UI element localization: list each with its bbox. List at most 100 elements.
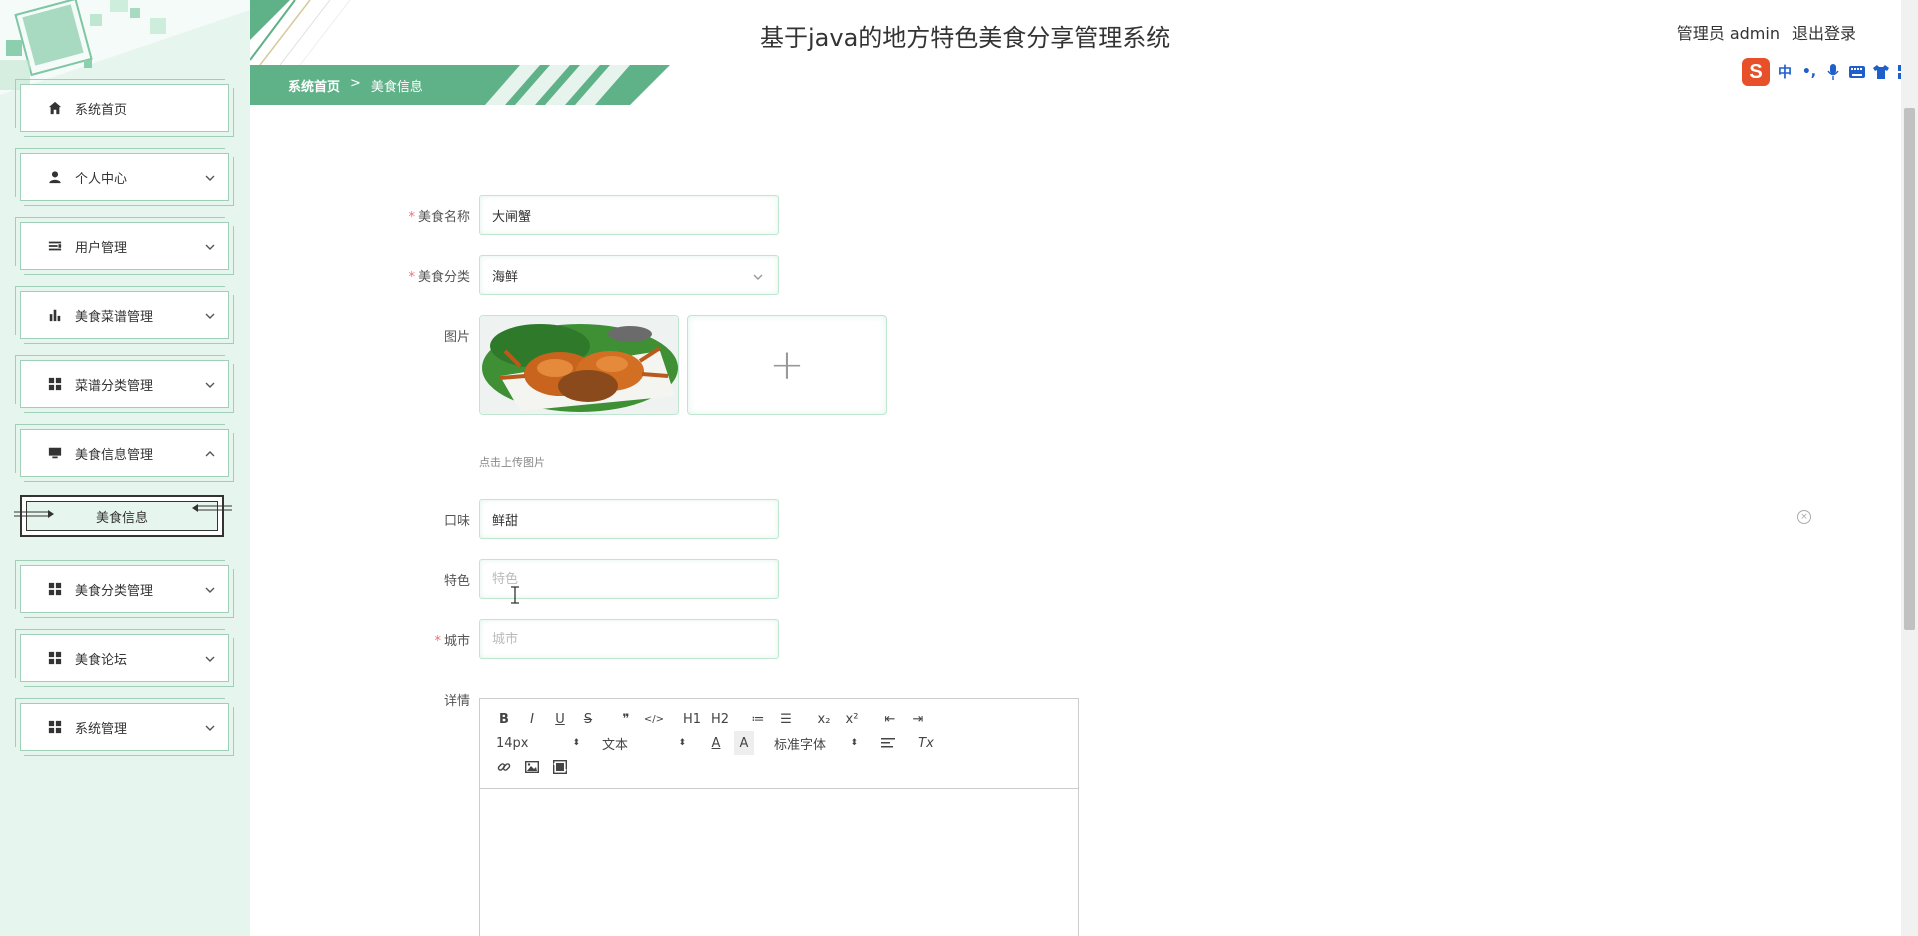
feature-input[interactable] [479, 559, 779, 599]
sidebar-item-recipe-management[interactable]: 美食菜谱管理 [15, 286, 234, 344]
background-color-button[interactable]: A [734, 731, 754, 755]
video-icon[interactable] [546, 755, 574, 779]
sidebar-item-food-category-management[interactable]: 美食分类管理 [15, 560, 234, 618]
food-name-label-text: 美食名称 [417, 210, 470, 225]
clear-icon[interactable]: × [1797, 510, 1811, 524]
required-mark: * [408, 270, 415, 285]
scrollbar-thumb[interactable] [1904, 108, 1915, 630]
block-type-value: 文本 [602, 737, 629, 753]
bold-button[interactable]: B [490, 707, 518, 731]
taste-input[interactable] [479, 499, 779, 539]
food-category-label: * 美食分类 [350, 266, 470, 285]
city-label: * 城市 [350, 630, 470, 649]
sidebar-item-food-info-management[interactable]: 美食信息管理 [15, 424, 234, 482]
ime-skin-icon[interactable] [1872, 63, 1890, 81]
text-cursor-icon [511, 586, 519, 604]
clear-format-button[interactable]: Tx [912, 731, 940, 755]
sidebar-item-personal-center[interactable]: 个人中心 [15, 148, 234, 206]
sidebar-item-label: 用户管理 [75, 240, 128, 256]
user-area: 管理员 admin 退出登录 [1677, 20, 1856, 44]
sidebar-item-label: 美食菜谱管理 [75, 309, 154, 325]
sidebar-item-label: 菜谱分类管理 [75, 378, 154, 394]
current-user-label: 管理员 admin [1676, 24, 1780, 43]
required-mark: * [434, 634, 441, 649]
blockquote-button[interactable]: ❞ [612, 707, 640, 731]
plus-icon: + [769, 340, 805, 389]
font-size-value: 14px [496, 735, 529, 751]
city-label-text: 城市 [443, 634, 470, 649]
sidebar-item-label: 美食论坛 [75, 652, 128, 668]
editor-toolbar-row-3 [490, 755, 1068, 779]
sidebar-item-label: 系统管理 [75, 721, 128, 737]
align-button[interactable] [874, 731, 902, 755]
code-block-button[interactable]: </> [640, 707, 668, 731]
sidebar-subitem-inner: 美食信息 [26, 501, 218, 531]
image-label: 图片 [443, 330, 470, 345]
ime-mic-icon[interactable] [1824, 63, 1842, 81]
sidebar-item-user-management[interactable]: 用户管理 [15, 217, 234, 275]
chevron-down-icon [204, 307, 216, 319]
sidebar-item-home[interactable]: 系统首页 [15, 79, 234, 137]
sidebar-item-recipe-category-management[interactable]: 菜谱分类管理 [15, 355, 234, 413]
block-type-select[interactable]: 文本 ⬍ [596, 731, 692, 755]
ordered-list-button[interactable]: ≔ [744, 707, 772, 731]
page-scrollbar[interactable] [1901, 0, 1918, 936]
sidebar-item-system-management[interactable]: 系统管理 [15, 698, 234, 756]
strike-button[interactable]: S [574, 707, 602, 731]
breadcrumb-home-link[interactable]: 系统首页 [288, 76, 340, 95]
editor-content-area[interactable] [480, 789, 1078, 936]
bullet-list-button[interactable]: ☰ [772, 707, 800, 731]
chevron-down-icon [204, 719, 216, 731]
underline-button[interactable]: U [546, 707, 574, 731]
food-category-label-text: 美食分类 [417, 270, 470, 285]
sidebar-item-label: 美食分类管理 [75, 583, 154, 599]
grid-icon [47, 581, 63, 597]
ime-chinese-mode-icon[interactable]: 中 [1776, 63, 1794, 81]
ime-punctuation-icon[interactable]: •, [1800, 63, 1818, 81]
required-mark: * [408, 210, 415, 225]
chevron-down-icon [204, 238, 216, 250]
chevron-up-icon [204, 445, 216, 457]
outdent-button[interactable]: ⇤ [876, 707, 904, 731]
editor-toolbar-row-1: B I U S ❞ </> H1 H2 ≔ ☰ x₂ x² ⇤ ⇥ [490, 707, 1068, 731]
city-input[interactable] [479, 619, 779, 659]
chevron-down-icon [204, 581, 216, 593]
font-family-value: 标准字体 [774, 737, 827, 753]
link-icon[interactable] [490, 755, 518, 779]
detail-label: 详情 [443, 694, 470, 709]
sidebar-item-food-forum[interactable]: 美食论坛 [15, 629, 234, 687]
header-2-button[interactable]: H2 [706, 707, 734, 731]
food-name-input[interactable] [479, 195, 779, 235]
ime-logo-icon[interactable]: S [1742, 58, 1770, 86]
breadcrumb-current: 美食信息 [370, 80, 423, 95]
arrow-left-icon [192, 504, 232, 512]
sidebar-subitem-food-info[interactable]: 美食信息 [14, 495, 232, 537]
italic-button[interactable]: I [518, 707, 546, 731]
font-family-select[interactable]: 标准字体 ⬍ [768, 731, 864, 755]
grid-icon [47, 376, 63, 392]
ime-toolbar: S 中 •, [1742, 58, 1914, 86]
upload-add-button[interactable]: + [687, 315, 887, 415]
bar-chart-icon [47, 307, 63, 323]
header-1-button[interactable]: H1 [678, 707, 706, 731]
select-arrow-icon: ⬍ [572, 738, 580, 748]
logout-button[interactable]: 退出登录 [1792, 20, 1856, 44]
subscript-button[interactable]: x₂ [810, 707, 838, 731]
grid-icon [47, 650, 63, 666]
image-icon[interactable] [518, 755, 546, 779]
header-decoration [250, 0, 351, 65]
food-category-select[interactable] [479, 255, 779, 295]
editor-toolbar-row-2: 14px ⬍ 文本 ⬍ A A 标准字体 ⬍ Tx [490, 731, 1068, 755]
page-title: 基于java的地方特色美食分享管理系统 [760, 24, 1171, 52]
text-color-button[interactable]: A [702, 731, 730, 755]
superscript-button[interactable]: x² [838, 707, 866, 731]
sidebar: 系统首页 个人中心 用户管理 美食菜谱管理 菜谱分类管理 美食信息管理 美食信息… [0, 0, 250, 936]
uploaded-food-image[interactable] [479, 315, 679, 415]
crab-photo [480, 316, 678, 414]
home-icon [47, 100, 63, 116]
sidebar-subitem-label: 美食信息 [95, 510, 148, 526]
indent-button[interactable]: ⇥ [904, 707, 932, 731]
font-size-select[interactable]: 14px ⬍ [490, 731, 586, 755]
feature-label: 特色 [443, 574, 470, 589]
ime-keyboard-icon[interactable] [1848, 63, 1866, 81]
